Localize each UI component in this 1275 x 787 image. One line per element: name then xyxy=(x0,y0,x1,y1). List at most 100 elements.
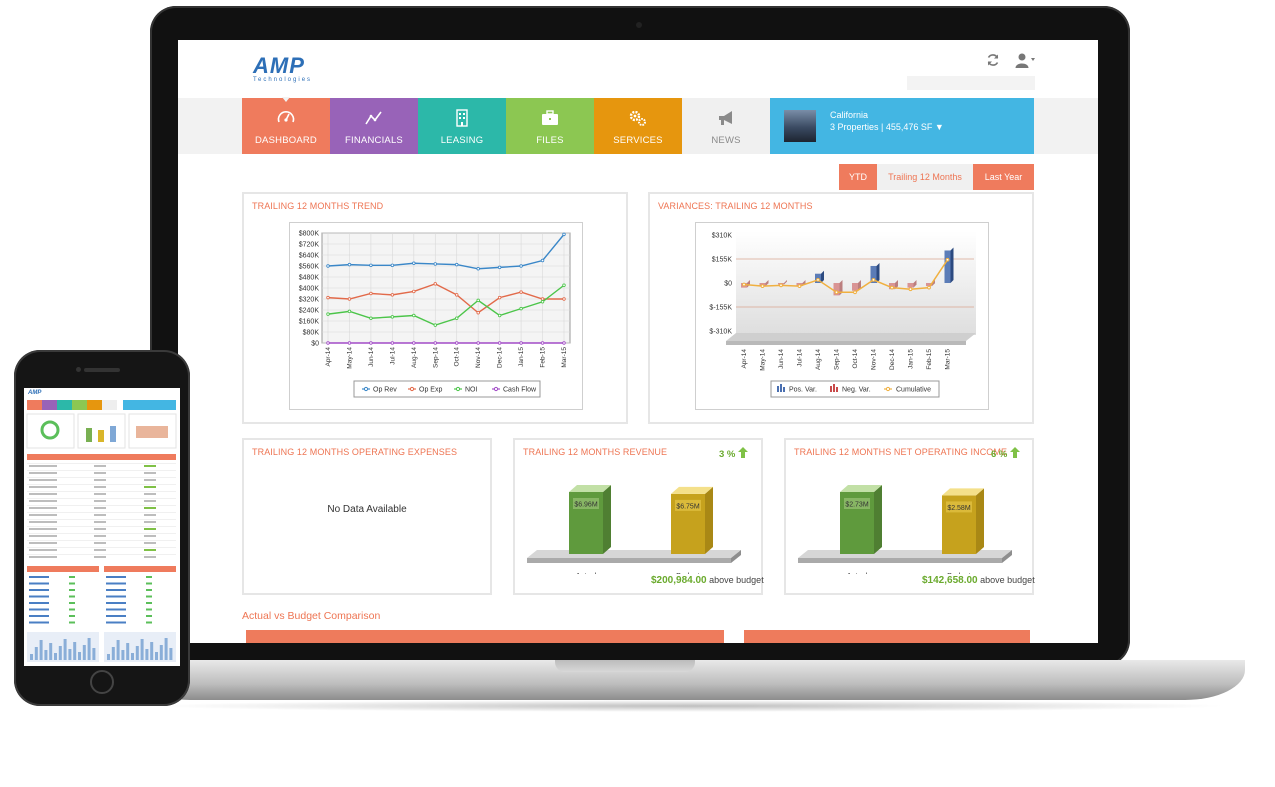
device-mockup: AMP Technologies DASHBOARD FINANCIALS LE… xyxy=(0,0,1275,787)
x-tick-label: Apr-14 xyxy=(741,349,748,369)
legend-marker xyxy=(409,386,415,392)
property-thumbnail xyxy=(784,110,816,142)
comparison-section-title: Actual vs Budget Comparison xyxy=(242,610,381,622)
floor xyxy=(798,550,1012,558)
phone-row-divider xyxy=(27,512,176,513)
phone-mini-bar xyxy=(159,645,163,660)
data-point xyxy=(455,293,459,297)
phone-home-button[interactable] xyxy=(90,670,114,694)
tab-label: FILES xyxy=(536,135,564,146)
noi-panel: TRAILING 12 MONTHS NET OPERATING INCOME … xyxy=(784,438,1035,595)
data-point xyxy=(497,341,502,345)
tab-label: FINANCIALS xyxy=(345,135,403,146)
data-point xyxy=(412,341,416,345)
data-label: $2.73M xyxy=(845,502,869,509)
phone-mini-bar xyxy=(44,650,48,660)
phone-row-link xyxy=(106,621,126,624)
tab-news[interactable]: NEWS xyxy=(682,98,770,154)
cumulative-point xyxy=(779,283,783,288)
phone-row-link xyxy=(29,621,49,624)
y-tick-label: $310K xyxy=(712,233,733,240)
phone-row-value xyxy=(94,486,106,488)
data-point xyxy=(390,315,395,319)
phone-mini-bar xyxy=(150,642,154,660)
header: AMP Technologies xyxy=(178,40,1098,98)
user-menu-icon[interactable] xyxy=(1015,52,1037,68)
panel-title: TRAILING 12 MONTHS TREND xyxy=(252,201,384,211)
data-point xyxy=(562,297,566,301)
data-point xyxy=(455,316,459,320)
data-point xyxy=(476,311,480,315)
phone-row-divider xyxy=(27,519,176,520)
data-point xyxy=(326,264,330,268)
category-label: Budget xyxy=(947,571,972,574)
phone-row-divider xyxy=(27,554,176,555)
period-trailing-button[interactable]: Trailing 12 Months xyxy=(877,164,973,190)
tab-dashboard[interactable]: DASHBOARD xyxy=(242,97,330,154)
category-label: Budget xyxy=(676,571,701,574)
variances-panel: VARIANCES: TRAILING 12 MONTHS $-310K $-15… xyxy=(648,192,1034,424)
legend-marker xyxy=(493,386,499,392)
data-point xyxy=(347,297,352,301)
phone-row-text xyxy=(29,556,57,558)
variances-bar-chart: $-310K $-155K $0 $155K $310K Apr-14 May-14 Jun… xyxy=(709,231,976,398)
category-label: Actual xyxy=(576,571,597,574)
tab-services[interactable]: SERVICES xyxy=(594,98,682,154)
phone-row-bar xyxy=(146,589,152,591)
tab-financials[interactable]: FINANCIALS xyxy=(330,98,418,154)
opex-panel: TRAILING 12 MONTHS OPERATING EXPENSES No… xyxy=(242,438,492,595)
phone-row-value xyxy=(94,535,106,537)
phone-row-value xyxy=(94,528,106,530)
laptop-notch xyxy=(555,660,695,672)
x-tick-label: Dec-14 xyxy=(497,347,504,368)
revenue-change-value: 3 % xyxy=(719,449,736,460)
phone-row-link xyxy=(106,602,126,604)
phone-row-value xyxy=(94,556,106,558)
phone-tab-financials xyxy=(42,400,57,410)
revenue-bar-chart: $6.96M Actual $6.75M Budget xyxy=(527,485,741,574)
panel-title: TRAILING 12 MONTHS OPERATING EXPENSES xyxy=(252,447,458,457)
data-point xyxy=(519,341,523,345)
tab-files[interactable]: FILES xyxy=(506,98,594,154)
phone-mini-bar xyxy=(34,647,38,660)
cumulative-point xyxy=(742,282,746,287)
phone-row-link xyxy=(29,595,49,598)
phone-row-text xyxy=(29,521,57,523)
app-logo[interactable]: AMP Technologies xyxy=(253,53,312,83)
gauge-icon xyxy=(277,111,295,123)
phone-row-divider xyxy=(27,540,176,541)
phone-row-text xyxy=(29,493,57,495)
period-last-year-button[interactable]: Last Year xyxy=(973,164,1034,190)
phone-row-bar xyxy=(69,608,75,611)
x-tick-label: Aug-14 xyxy=(411,347,418,368)
phone-row-text xyxy=(29,500,57,502)
phone-mini-bar xyxy=(126,643,130,660)
neg-var-bar xyxy=(907,283,914,288)
tab-leasing[interactable]: LEASING xyxy=(418,98,506,154)
floor xyxy=(726,333,976,341)
panel-title: TRAILING 12 MONTHS REVENUE xyxy=(523,447,668,457)
trend-panel: TRAILING 12 MONTHS TREND $0 $80K $160K $240… xyxy=(242,192,628,424)
phone-row-text xyxy=(29,542,57,544)
phone-table-rows xyxy=(27,463,176,558)
data-point xyxy=(540,341,545,345)
phone-row-divider xyxy=(27,484,176,485)
data-label: $2.58M xyxy=(947,505,971,512)
legend-label: Op Exp xyxy=(419,387,442,394)
phone-row-value xyxy=(94,542,106,544)
phone-row-value xyxy=(94,521,106,523)
data-point xyxy=(412,313,416,318)
header-search-field[interactable] xyxy=(907,76,1035,90)
cumulative-point xyxy=(853,290,857,295)
period-ytd-button[interactable]: YTD xyxy=(839,164,877,190)
phone-row-link xyxy=(106,582,126,585)
phone-dashboard-preview xyxy=(26,400,177,662)
refresh-icon[interactable] xyxy=(986,53,1000,67)
cumulative-point xyxy=(927,285,931,290)
phone-row-value xyxy=(94,549,106,551)
x-tick-label: Jan-15 xyxy=(518,347,525,367)
property-name: California xyxy=(830,110,869,120)
property-selector[interactable]: California 3 Properties | 455,476 SF ▼ xyxy=(770,98,1034,154)
bar-side xyxy=(705,486,713,554)
noi-variance-amount: $142,658.00 xyxy=(922,575,978,586)
